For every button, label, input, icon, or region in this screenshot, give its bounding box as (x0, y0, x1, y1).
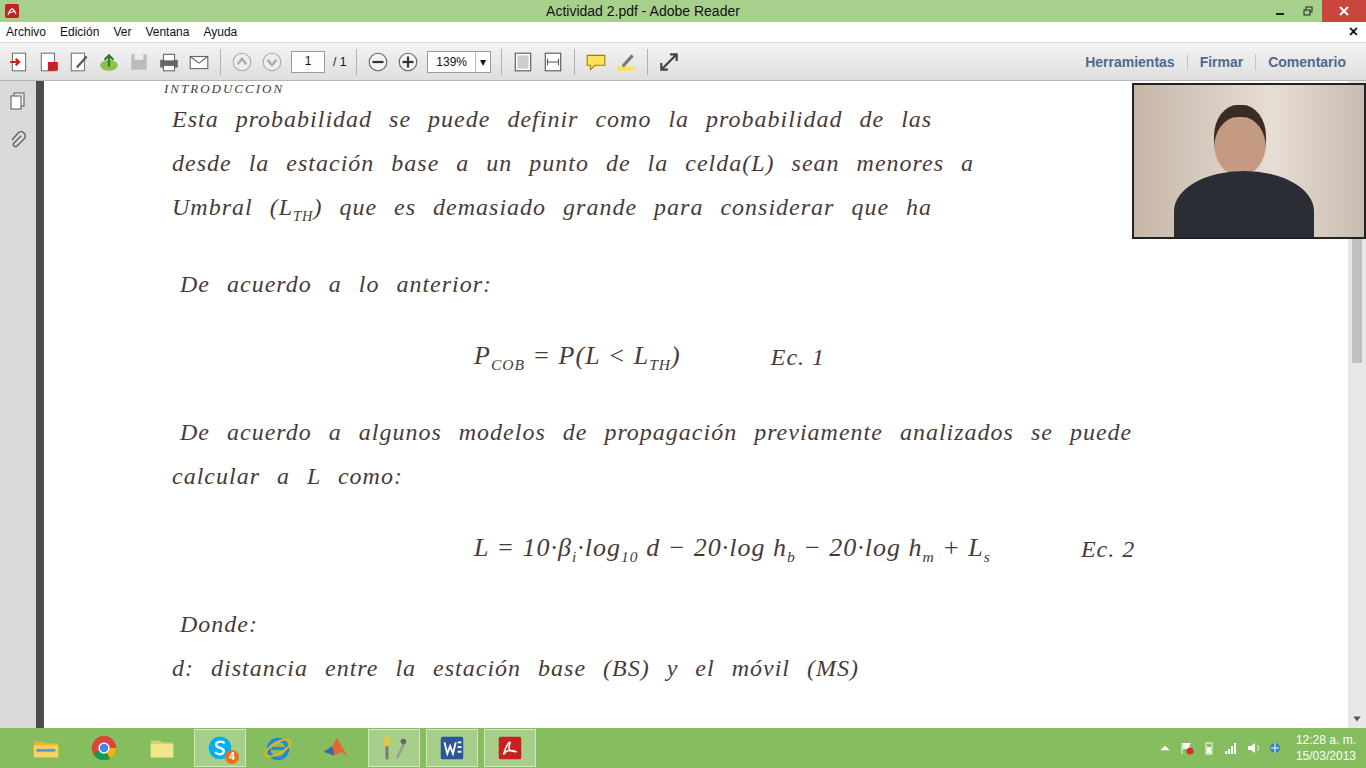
minimize-button[interactable] (1266, 0, 1294, 22)
upload-icon[interactable] (98, 51, 120, 73)
zoom-out-icon[interactable] (367, 51, 389, 73)
network-icon[interactable] (1224, 741, 1238, 755)
taskbar: 4 12:28 a. m.15/03/2013 (0, 728, 1366, 768)
title-bar: Actividad 2.pdf - Adobe Reader (0, 0, 1366, 22)
close-icon (1339, 6, 1349, 16)
taskbar-app[interactable] (310, 729, 362, 767)
fit-page-icon[interactable] (512, 51, 534, 73)
taskbar-app[interactable] (136, 729, 188, 767)
zoom-field[interactable]: 139%▾ (427, 51, 491, 73)
action-center-icon[interactable] (1180, 741, 1194, 755)
taskbar-app[interactable] (368, 729, 420, 767)
file-explorer-icon (31, 733, 61, 763)
adobe-reader-icon (4, 3, 20, 19)
fullscreen-icon[interactable] (658, 51, 680, 73)
document-close-button[interactable]: × (1349, 23, 1358, 41)
previous-page-icon[interactable] (231, 51, 253, 73)
scroll-down-icon[interactable] (1351, 713, 1363, 725)
create-pdf-icon[interactable] (8, 51, 30, 73)
workspace: INTRODUCCIONEsta probabilidad se puede d… (0, 81, 1366, 728)
equation-formula: L = 10·βi·log10 d − 20·log hb − 20·log h… (474, 533, 991, 566)
language-icon[interactable] (1268, 741, 1282, 755)
save-icon[interactable] (128, 51, 150, 73)
text-line: De acuerdo a algunos modelos de propagac… (164, 410, 1328, 454)
taskbar-app[interactable] (252, 729, 304, 767)
text-line: De acuerdo a lo anterior: (164, 262, 1328, 306)
clock-date: 15/03/2013 (1296, 748, 1356, 764)
internet-explorer-icon (263, 733, 293, 763)
toolbar: 1 / 1 139%▾ HerramientasFirmarComentario (0, 43, 1366, 81)
edit-icon[interactable] (68, 51, 90, 73)
equation: PCOB = P(L < LTH) Ec. 1 (164, 330, 1328, 386)
highlight-icon[interactable] (615, 51, 637, 73)
show-hidden-icons-icon[interactable] (1158, 741, 1172, 755)
navigation-pane (0, 81, 44, 728)
page-total: / 1 (333, 55, 346, 69)
close-button[interactable] (1322, 0, 1366, 22)
print-icon[interactable] (158, 51, 180, 73)
page-number-field[interactable]: 1 (291, 51, 325, 73)
minimize-icon (1275, 6, 1285, 16)
menu-bar: ArchivoEdiciónVerVentanaAyuda × (0, 22, 1366, 43)
menu-item[interactable]: Edición (54, 25, 107, 39)
system-tray: 12:28 a. m.15/03/2013 (1158, 732, 1366, 764)
pane-button[interactable]: Firmar (1187, 54, 1256, 70)
menu-item[interactable]: Ventana (139, 25, 197, 39)
mail-icon[interactable] (188, 51, 210, 73)
fit-width-icon[interactable] (542, 51, 564, 73)
webcam-overlay[interactable] (1132, 83, 1366, 239)
clock-time: 12:28 a. m. (1296, 732, 1356, 748)
pages-icon[interactable] (8, 91, 28, 111)
menu-item[interactable]: Archivo (0, 25, 54, 39)
notification-badge: 4 (225, 750, 239, 764)
word-icon (437, 733, 467, 763)
menu-item[interactable]: Ayuda (197, 25, 245, 39)
taskbar-app[interactable] (78, 729, 130, 767)
text-line: d: distancia entre la estación base (BS)… (164, 646, 1328, 690)
zoom-in-icon[interactable] (397, 51, 419, 73)
taskbar-app[interactable] (426, 729, 478, 767)
comment-icon[interactable] (585, 51, 607, 73)
menu-item[interactable]: Ver (107, 25, 139, 39)
pane-button[interactable]: Comentario (1255, 54, 1358, 70)
restore-icon (1303, 6, 1313, 16)
volume-icon[interactable] (1246, 741, 1260, 755)
pane-button[interactable]: Herramientas (1073, 54, 1187, 70)
folder-icon (147, 733, 177, 763)
zoom-dropdown-button[interactable]: ▾ (475, 52, 490, 72)
matlab-icon (321, 733, 351, 763)
paperclip-icon[interactable] (8, 131, 28, 151)
equation-formula: PCOB = P(L < LTH) (474, 341, 681, 374)
text-line: calcular a L como: (164, 454, 1328, 498)
equation: L = 10·βi·log10 d − 20·log hb − 20·log h… (164, 522, 1328, 578)
equation-label: Ec. 1 (771, 344, 825, 371)
text-line: Donde: (164, 602, 1328, 646)
adobe-reader-icon (495, 733, 525, 763)
taskbar-app[interactable] (484, 729, 536, 767)
desktop: Actividad 2.pdf - Adobe Reader ArchivoEdi… (0, 0, 1366, 768)
chrome-icon (89, 733, 119, 763)
tools-icon (379, 733, 409, 763)
next-page-icon[interactable] (261, 51, 283, 73)
equation-label: Ec. 2 (1081, 536, 1135, 563)
taskbar-app[interactable]: 4 (194, 729, 246, 767)
export-pdf-icon[interactable] (38, 51, 60, 73)
taskbar-app[interactable] (20, 729, 72, 767)
battery-icon[interactable] (1202, 741, 1216, 755)
restore-button[interactable] (1294, 0, 1322, 22)
clock[interactable]: 12:28 a. m.15/03/2013 (1296, 732, 1356, 764)
window-title: Actividad 2.pdf - Adobe Reader (20, 3, 1266, 19)
